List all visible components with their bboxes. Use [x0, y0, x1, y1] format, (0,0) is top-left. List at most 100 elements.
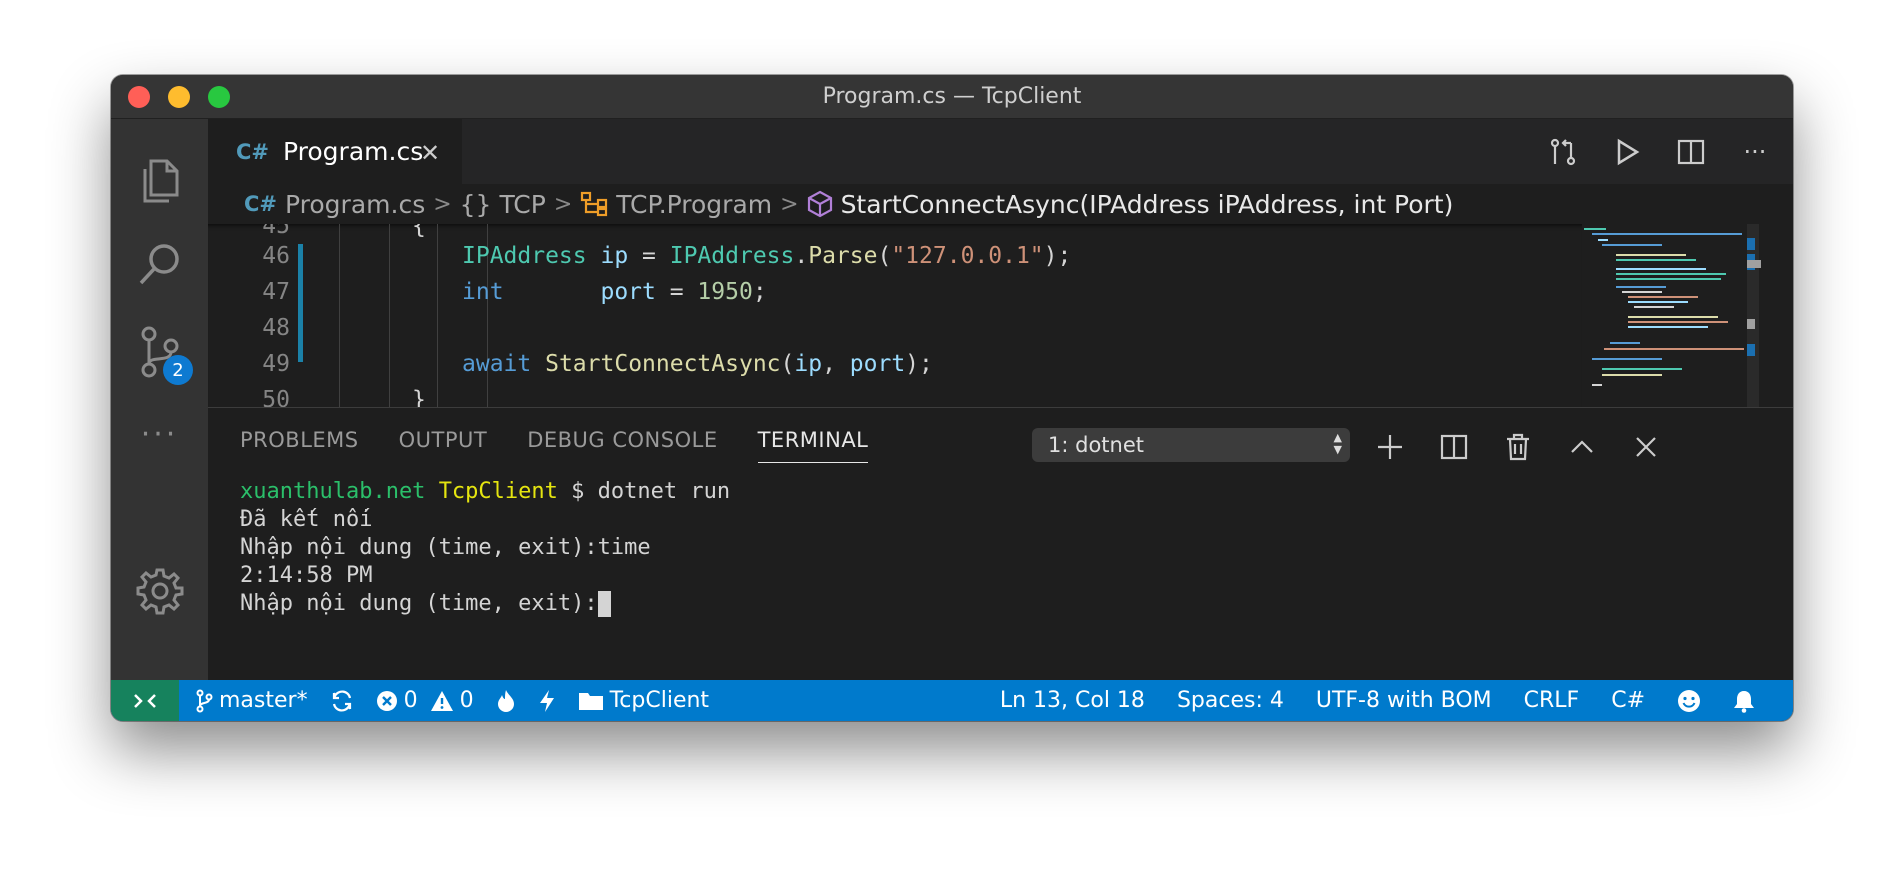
- terminal-select-value: 1: dotnet: [1048, 433, 1144, 457]
- source-control-button[interactable]: 2: [111, 317, 208, 387]
- cursor-position[interactable]: Ln 13, Col 18: [1000, 688, 1145, 713]
- indentation[interactable]: Spaces: 4: [1177, 688, 1284, 713]
- remote-icon: [134, 693, 156, 708]
- more-views-button[interactable]: ···: [111, 399, 208, 469]
- code-token: StartConnectAsync: [545, 351, 781, 377]
- code-text: }: [412, 387, 426, 407]
- more-actions-button[interactable]: ···: [1737, 134, 1773, 170]
- close-window-button[interactable]: [128, 86, 150, 108]
- code-token: .: [794, 243, 809, 269]
- activity-bar: 2 ···: [111, 119, 208, 680]
- flame-button[interactable]: [496, 689, 516, 713]
- csharp-file-icon: C#: [244, 192, 278, 216]
- code-token: ip: [600, 243, 629, 269]
- code-token: =: [655, 279, 698, 305]
- run-button[interactable]: [1609, 134, 1645, 170]
- terminal-select[interactable]: 1: dotnet ▲ ▼: [1032, 428, 1350, 462]
- code-line: 49 await StartConnectAsync(ip, port);: [208, 346, 1582, 382]
- play-icon: [1617, 138, 1640, 166]
- problems-indicator[interactable]: 0 0: [376, 688, 474, 713]
- new-terminal-button[interactable]: [1373, 430, 1407, 464]
- tab-bar: C# Program.cs ✕ ···: [208, 119, 1793, 184]
- minimap-line: [1616, 273, 1726, 275]
- split-editor-icon: [1677, 139, 1705, 165]
- folder-indicator[interactable]: TcpClient: [578, 688, 709, 713]
- minimize-window-button[interactable]: [168, 86, 190, 108]
- code-token: ;: [752, 279, 767, 305]
- terminal-input-line: Nhập nội dung (time, exit):: [240, 590, 730, 618]
- explorer-button[interactable]: [111, 145, 208, 215]
- breadcrumb: C# Program.cs > {} TCP > TCP.Program > S…: [208, 184, 1793, 224]
- encoding[interactable]: UTF-8 with BOM: [1316, 688, 1492, 713]
- minimap-line: [1592, 358, 1662, 360]
- tab-debug-console[interactable]: DEBUG CONSOLE: [527, 428, 717, 463]
- terminal-line: 2:14:58 PM: [240, 563, 373, 588]
- minimap-line: [1616, 268, 1706, 270]
- tab-program-cs[interactable]: C# Program.cs ✕: [208, 119, 462, 184]
- code-text: IPAddress ip = IPAddress.Parse("127.0.0.…: [462, 243, 1071, 269]
- split-terminal-button[interactable]: [1437, 430, 1471, 464]
- code-token: port: [600, 279, 656, 305]
- namespace-icon: {}: [459, 189, 492, 219]
- folder-label: TcpClient: [609, 688, 710, 713]
- code-line: 46 IPAddress ip = IPAddress.Parse("127.0…: [208, 238, 1582, 274]
- code-token: ip: [794, 351, 823, 377]
- search-button[interactable]: [111, 229, 208, 299]
- maximize-panel-button[interactable]: [1565, 430, 1599, 464]
- search-icon: [139, 244, 179, 285]
- line-number: 49: [262, 351, 290, 377]
- code-token: (: [877, 243, 892, 269]
- minimap-line: [1616, 286, 1666, 288]
- sync-icon: [332, 689, 351, 712]
- minimap-marker: [1747, 344, 1755, 356]
- manage-button[interactable]: [111, 556, 208, 626]
- close-tab-icon[interactable]: ✕: [420, 139, 440, 167]
- status-right: Ln 13, Col 18 Spaces: 4 UTF-8 with BOM C…: [1000, 680, 1755, 721]
- minimap-marker: [1747, 238, 1755, 250]
- breadcrumb-file-label: Program.cs: [285, 189, 426, 219]
- terminal-output[interactable]: xuanthulab.net TcpClient $ dotnet run Đã …: [240, 478, 730, 618]
- chevron-right-icon: >: [553, 191, 573, 217]
- code-editor[interactable]: 45 { 46 IPAddress ip = IPAddress.Parse("…: [208, 224, 1582, 407]
- more-icon: ···: [140, 416, 179, 452]
- remote-indicator[interactable]: [111, 680, 179, 721]
- minimap-line: [1604, 348, 1744, 350]
- code-token: IPAddress: [669, 243, 795, 269]
- terminal-line: Nhập nội dung (time, exit):: [240, 591, 598, 616]
- feedback-button[interactable]: [1677, 689, 1701, 713]
- tab-problems[interactable]: PROBLEMS: [240, 428, 359, 463]
- split-editor-button[interactable]: [1673, 134, 1709, 170]
- breadcrumb-file[interactable]: C# Program.cs: [244, 190, 425, 219]
- line-number: 45: [262, 224, 290, 239]
- close-panel-button[interactable]: [1629, 430, 1663, 464]
- breadcrumb-class[interactable]: TCP.Program: [580, 190, 772, 219]
- terminal-dir: TcpClient: [438, 479, 558, 504]
- error-count: 0: [403, 688, 418, 713]
- language-mode[interactable]: C#: [1611, 688, 1645, 713]
- minimap[interactable]: [1582, 224, 1793, 407]
- branch-indicator[interactable]: master*: [195, 688, 308, 713]
- open-changes-button[interactable]: [1545, 134, 1581, 170]
- panel-tabs: PROBLEMS OUTPUT DEBUG CONSOLE TERMINAL: [240, 428, 869, 463]
- sync-button[interactable]: [330, 689, 354, 713]
- files-icon: [143, 159, 178, 203]
- tab-terminal[interactable]: TERMINAL: [757, 428, 869, 463]
- end-of-line[interactable]: CRLF: [1524, 688, 1580, 713]
- code-token: int: [462, 279, 504, 305]
- breadcrumb-namespace[interactable]: {} TCP: [460, 190, 546, 219]
- zoom-window-button[interactable]: [208, 86, 230, 108]
- notifications-button[interactable]: [1733, 689, 1755, 713]
- minimap-line: [1592, 384, 1602, 386]
- warning-count: 0: [459, 688, 474, 713]
- minimap-line: [1628, 316, 1718, 318]
- breadcrumb-namespace-label: TCP: [499, 189, 546, 219]
- kill-terminal-button[interactable]: [1501, 430, 1535, 464]
- lightning-button[interactable]: [538, 689, 556, 713]
- tab-output[interactable]: OUTPUT: [399, 428, 488, 463]
- csharp-file-icon: C#: [236, 139, 270, 164]
- branch-label: master*: [219, 688, 308, 713]
- breadcrumb-method[interactable]: StartConnectAsync(IPAddress iPAddress, i…: [807, 190, 1453, 219]
- terminal-host: xuanthulab.net: [240, 479, 426, 504]
- minimap-scrollbar[interactable]: [1747, 224, 1759, 407]
- minimap-line: [1602, 374, 1662, 376]
